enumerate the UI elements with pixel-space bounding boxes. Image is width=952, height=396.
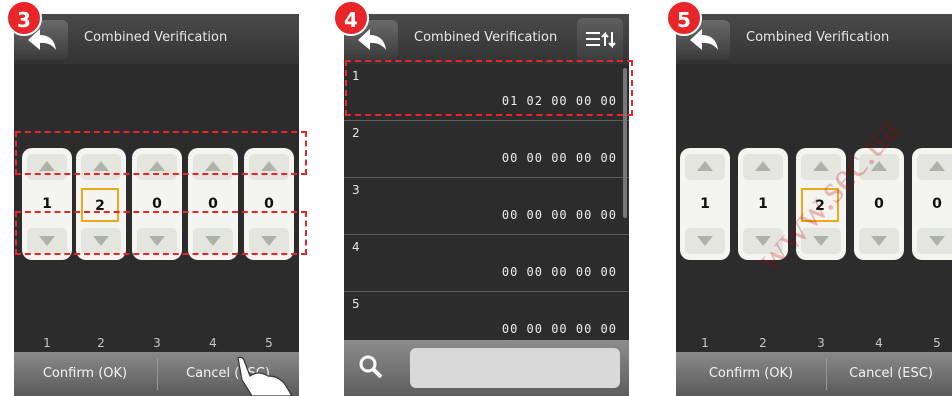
column-number: 4 — [875, 336, 883, 350]
decrement-button[interactable] — [685, 228, 725, 254]
item-code: 00 00 00 00 00 — [501, 151, 617, 165]
confirm-button[interactable]: Confirm (OK) — [14, 352, 156, 396]
digit-spinner-5[interactable]: 0 — [912, 148, 952, 260]
column-number: 3 — [153, 336, 161, 350]
panel-step-3: Combined Verification 1 2 0 0 0 1 2 3 4 … — [14, 14, 299, 396]
title-bar: Combined Verification — [14, 14, 299, 64]
column-number: 2 — [97, 336, 105, 350]
search-bar — [344, 340, 629, 396]
column-number: 1 — [43, 336, 51, 350]
highlight-row-1 — [345, 60, 633, 116]
step-badge-4: 4 — [333, 0, 369, 36]
confirm-button[interactable]: Confirm (OK) — [676, 352, 826, 396]
page-title: Combined Verification — [414, 30, 558, 45]
digit-spinner-1[interactable]: 1 — [680, 148, 730, 260]
digit-value[interactable]: 0 — [912, 188, 952, 220]
decrement-button[interactable] — [917, 228, 952, 254]
item-number: 2 — [352, 126, 360, 140]
highlight-down-row — [15, 211, 307, 255]
column-number: 2 — [759, 336, 767, 350]
item-number: 4 — [352, 240, 360, 254]
list-item[interactable]: 3 00 00 00 00 00 — [344, 178, 629, 235]
increment-button[interactable] — [685, 154, 725, 180]
page-title: Combined Verification — [84, 30, 228, 45]
item-code: 00 00 00 00 00 — [501, 265, 617, 279]
increment-button[interactable] — [743, 154, 783, 180]
item-number: 3 — [352, 183, 360, 197]
title-bar: Combined Verification — [676, 14, 952, 64]
column-number: 3 — [817, 336, 825, 350]
hand-pointer-icon — [237, 356, 293, 396]
cancel-button[interactable]: Cancel (ESC) — [816, 352, 952, 396]
footer-bar: Confirm (OK) Cancel (ESC) — [676, 352, 952, 396]
digit-value[interactable]: 1 — [680, 188, 730, 220]
item-code: 00 00 00 00 00 — [501, 322, 617, 336]
title-bar: Combined Verification — [344, 14, 629, 64]
list-item[interactable]: 5 00 00 00 00 00 — [344, 292, 629, 340]
list-item[interactable]: 2 00 00 00 00 00 — [344, 121, 629, 178]
digit-value[interactable]: 0 — [854, 188, 904, 220]
sort-menu-button[interactable] — [577, 18, 623, 62]
page-title: Combined Verification — [746, 30, 890, 45]
item-code: 00 00 00 00 00 — [501, 208, 617, 222]
list-item[interactable]: 4 00 00 00 00 00 — [344, 235, 629, 292]
column-number: 5 — [265, 336, 273, 350]
increment-button[interactable] — [917, 154, 952, 180]
search-input[interactable] — [410, 348, 620, 388]
column-number: 5 — [933, 336, 941, 350]
step-badge-5: 5 — [666, 0, 702, 36]
highlight-up-row — [15, 131, 307, 175]
search-icon[interactable] — [354, 350, 388, 384]
step-badge-3: 3 — [6, 0, 42, 36]
sort-menu-icon — [586, 31, 616, 49]
decrement-button[interactable] — [859, 228, 899, 254]
column-number: 4 — [209, 336, 217, 350]
item-number: 5 — [352, 297, 360, 311]
column-number: 1 — [701, 336, 709, 350]
